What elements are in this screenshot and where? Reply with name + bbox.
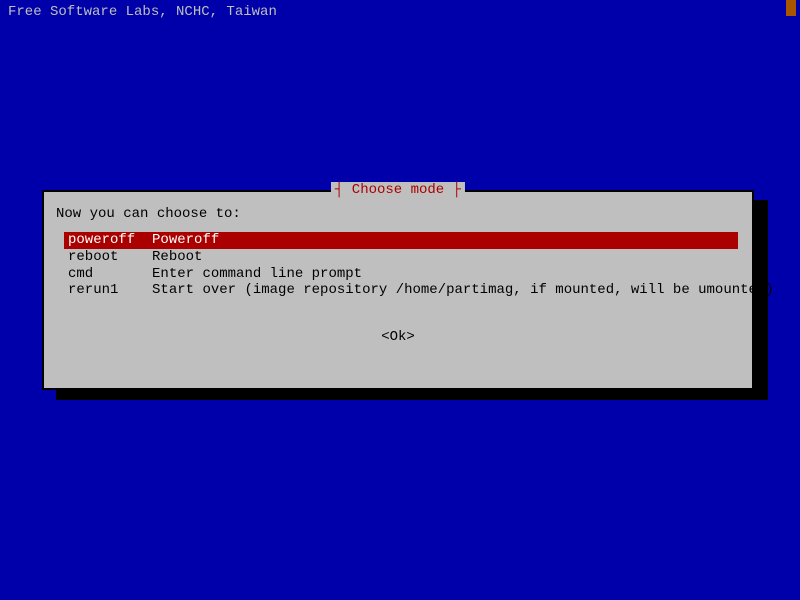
menu-item-poweroff[interactable]: poweroff Poweroff [64, 232, 738, 249]
menu-item-reboot[interactable]: reboot Reboot [64, 249, 740, 266]
title-text: Choose mode [352, 182, 444, 198]
menu-item-rerun1[interactable]: rerun1 Start over (image repository /hom… [64, 282, 740, 299]
ok-button[interactable]: <Ok> [56, 329, 740, 345]
menu-list: poweroff Poweroff reboot Reboot cmd Ente… [64, 232, 740, 299]
title-bracket-right: ├ [444, 182, 461, 198]
header-text: Free Software Labs, NCHC, Taiwan [0, 0, 800, 24]
menu-item-cmd[interactable]: cmd Enter command line prompt [64, 266, 740, 283]
cursor-indicator [786, 0, 796, 16]
dialog-prompt: Now you can choose to: [56, 206, 740, 222]
choose-mode-dialog: ┤ Choose mode ├ Now you can choose to: p… [42, 190, 754, 390]
title-bracket-left: ┤ [335, 182, 352, 198]
dialog-title: ┤ Choose mode ├ [331, 182, 465, 198]
